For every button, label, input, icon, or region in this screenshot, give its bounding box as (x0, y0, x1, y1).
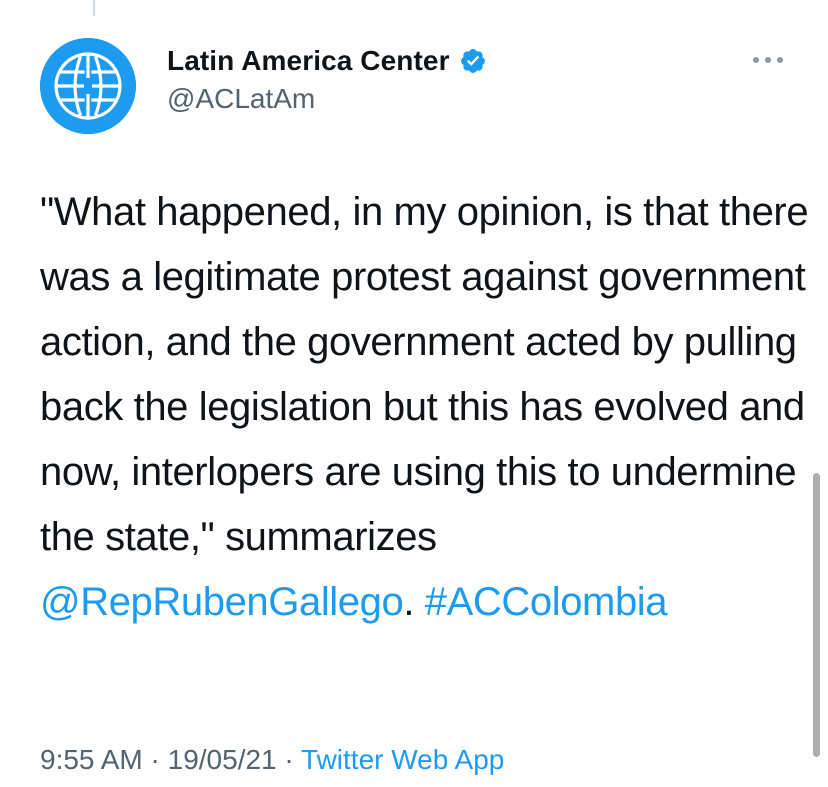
hashtag-link[interactable]: #ACColombia (425, 580, 668, 624)
display-name[interactable]: Latin America Center (167, 45, 450, 77)
verified-badge-icon (459, 47, 487, 75)
thread-connector-line (93, 0, 95, 16)
more-options-button[interactable] (748, 48, 788, 72)
tweet-text: "What happened, in my opinion, is that t… (40, 180, 810, 635)
meta-separator: · (276, 744, 302, 775)
tweet-source-link[interactable]: Twitter Web App (301, 744, 504, 775)
tweet-time[interactable]: 9:55 AM (40, 744, 143, 775)
tweet-separator: . (403, 580, 425, 624)
tweet-date[interactable]: 19/05/21 (168, 744, 277, 775)
atlantic-council-globe-logo-icon (40, 38, 136, 134)
more-horizontal-icon (753, 57, 783, 63)
meta-separator: · (142, 744, 168, 775)
tweet-body: "What happened, in my opinion, is that t… (40, 190, 809, 559)
scrollbar[interactable] (813, 473, 820, 757)
name-row: Latin America Center (167, 43, 487, 79)
account-handle[interactable]: @ACLatAm (167, 83, 315, 115)
mention-link[interactable]: @RepRubenGallego (40, 580, 404, 624)
avatar[interactable] (40, 38, 136, 134)
tweet-metadata: 9:55 AM · 19/05/21 · Twitter Web App (40, 744, 504, 776)
